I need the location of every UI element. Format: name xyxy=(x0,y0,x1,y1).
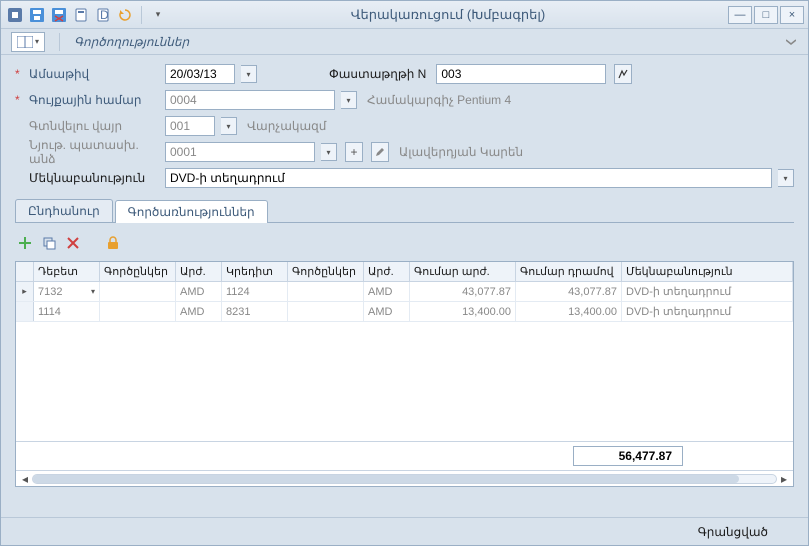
docnum-label: Փաստաթղթի N xyxy=(329,67,426,81)
responsible-dropdown-icon[interactable]: ▾ xyxy=(321,143,337,161)
grid-footer: 56,477.87 xyxy=(16,441,793,470)
scroll-left-icon[interactable]: ◂ xyxy=(18,472,32,486)
copy-row-icon[interactable] xyxy=(39,233,59,253)
cell-partners1[interactable] xyxy=(100,302,176,321)
comment-dropdown-icon[interactable]: ▾ xyxy=(778,169,794,187)
grid-toolbar xyxy=(15,227,794,257)
location-dropdown-icon[interactable]: ▾ xyxy=(221,117,237,135)
secondary-toolbar: ▾ Գործողություններ xyxy=(1,29,808,55)
cell-credit[interactable]: 8231 xyxy=(222,302,288,321)
date-label: Ամսաթիվ xyxy=(29,67,159,81)
docnum-action-icon[interactable] xyxy=(614,64,632,84)
location-label: Գտնվելու վայր xyxy=(29,119,159,133)
inventory-side-text: Համակարգիչ Pentium 4 xyxy=(367,93,511,107)
customize-dropdown-icon[interactable]: ▾ xyxy=(148,5,168,25)
row-indicator-header xyxy=(16,262,34,281)
cell-comment[interactable]: DVD-ի տեղադրում xyxy=(622,302,793,321)
cell-cur2[interactable]: AMD xyxy=(364,302,410,321)
tab-strip: Ընդհանուր Գործառնություններ xyxy=(15,199,794,223)
status-text: Գրանցված xyxy=(698,525,768,539)
required-marker: * xyxy=(15,67,23,81)
cell-comment[interactable]: DVD-ի տեղադրում xyxy=(622,282,793,301)
table-row[interactable]: ▸7132▾AMD1124AMD43,077.8743,077.87DVD-ի … xyxy=(16,282,793,302)
row-indicator: ▸ xyxy=(16,282,34,301)
maximize-button[interactable]: □ xyxy=(754,6,778,24)
cell-partners2[interactable] xyxy=(288,302,364,321)
add-row-icon[interactable] xyxy=(15,233,35,253)
operations-label[interactable]: Գործողություններ xyxy=(74,35,189,49)
delete-row-icon[interactable] xyxy=(63,233,83,253)
cell-amt-cur[interactable]: 43,077.87 xyxy=(410,282,516,301)
cell-cur1[interactable]: AMD xyxy=(176,302,222,321)
add-button[interactable]: + xyxy=(345,142,363,162)
form-content: * Ամսաթիվ 20/03/13 ▾ Փաստաթղթի N 003 * Գ… xyxy=(1,55,808,517)
horizontal-scrollbar[interactable]: ◂ ▸ xyxy=(16,470,793,486)
docnum-input[interactable]: 003 xyxy=(436,64,606,84)
scroll-right-icon[interactable]: ▸ xyxy=(777,472,791,486)
save-close-icon[interactable] xyxy=(49,5,69,25)
edit-button[interactable] xyxy=(371,142,389,162)
total-value: 56,477.87 xyxy=(573,446,683,466)
tab-general[interactable]: Ընդհանուր xyxy=(15,199,113,222)
comment-label: Մեկնաբանություն xyxy=(29,171,159,185)
location-side-text: Վարչակազմ xyxy=(247,119,326,133)
svg-text:D: D xyxy=(100,8,109,22)
doc1-icon[interactable] xyxy=(71,5,91,25)
col-cur1[interactable]: Արժ. xyxy=(176,262,222,281)
titlebar: D ▾ Վերակառուցում (Խմբագրել) — □ × xyxy=(1,1,808,29)
cell-partners2[interactable] xyxy=(288,282,364,301)
cell-partners1[interactable] xyxy=(100,282,176,301)
inventory-label: Գույքային համար xyxy=(29,93,159,107)
row-indicator xyxy=(16,302,34,321)
responsible-label: Նյութ. պատասխ. անձ xyxy=(29,138,159,166)
col-amt-dram[interactable]: Գումար դրամով xyxy=(516,262,622,281)
location-input[interactable]: 001 xyxy=(165,116,215,136)
col-cur2[interactable]: Արժ. xyxy=(364,262,410,281)
table-row[interactable]: 1114AMD8231AMD13,400.0013,400.00DVD-ի տե… xyxy=(16,302,793,322)
comment-input[interactable]: DVD-ի տեղադրում xyxy=(165,168,772,188)
inventory-dropdown-icon[interactable]: ▾ xyxy=(341,91,357,109)
col-debit[interactable]: Դեբետ xyxy=(34,262,100,281)
grid-header: Դեբետ Գործընկեր Արժ. Կրեդիտ Գործընկեր Ար… xyxy=(16,262,793,282)
view-mode-button[interactable]: ▾ xyxy=(11,32,45,52)
col-partners2[interactable]: Գործընկեր xyxy=(288,262,364,281)
cell-credit[interactable]: 1124 xyxy=(222,282,288,301)
window-title: Վերակառուցում (Խմբագրել) xyxy=(168,7,728,23)
responsible-side-text: Ալավերդյան Կարեն xyxy=(399,145,523,159)
cell-cur2[interactable]: AMD xyxy=(364,282,410,301)
expand-icon[interactable] xyxy=(784,37,798,47)
cell-amt-dram[interactable]: 13,400.00 xyxy=(516,302,622,321)
status-bar: Գրանցված xyxy=(1,517,808,545)
cell-cur1[interactable]: AMD xyxy=(176,282,222,301)
app-icon[interactable] xyxy=(5,5,25,25)
cell-amt-dram[interactable]: 43,077.87 xyxy=(516,282,622,301)
tab-transactions[interactable]: Գործառնություններ xyxy=(115,200,268,223)
col-comment[interactable]: Մեկնաբանություն xyxy=(622,262,793,281)
col-credit[interactable]: Կրեդիտ xyxy=(222,262,288,281)
doc-d-icon[interactable]: D xyxy=(93,5,113,25)
responsible-input[interactable]: 0001 xyxy=(165,142,315,162)
cell-debit[interactable]: 7132▾ xyxy=(34,282,100,301)
lock-icon[interactable] xyxy=(103,233,123,253)
main-window: D ▾ Վերակառուցում (Խմբագրել) — □ × ▾ Գոր… xyxy=(0,0,809,546)
data-grid: Դեբետ Գործընկեր Արժ. Կրեդիտ Գործընկեր Ար… xyxy=(15,261,794,487)
col-amt-cur[interactable]: Գումար արժ. xyxy=(410,262,516,281)
required-marker: * xyxy=(15,93,23,107)
date-dropdown-icon[interactable]: ▾ xyxy=(241,65,257,83)
separator xyxy=(59,33,60,51)
col-partners1[interactable]: Գործընկեր xyxy=(100,262,176,281)
cell-debit[interactable]: 1114 xyxy=(34,302,100,321)
separator xyxy=(141,6,142,24)
close-button[interactable]: × xyxy=(780,6,804,24)
minimize-button[interactable]: — xyxy=(728,6,752,24)
save-icon[interactable] xyxy=(27,5,47,25)
cell-amt-cur[interactable]: 13,400.00 xyxy=(410,302,516,321)
scroll-thumb[interactable] xyxy=(33,475,739,483)
date-input[interactable]: 20/03/13 xyxy=(165,64,235,84)
refresh-icon[interactable] xyxy=(115,5,135,25)
grid-body: ▸7132▾AMD1124AMD43,077.8743,077.87DVD-ի … xyxy=(16,282,793,441)
inventory-input[interactable]: 0004 xyxy=(165,90,335,110)
